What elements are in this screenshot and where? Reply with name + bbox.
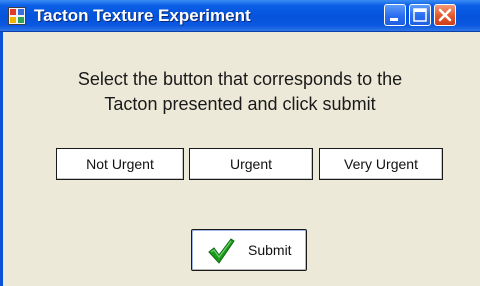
title-bar[interactable]: Tacton Texture Experiment [0, 0, 480, 32]
experiment-window: Tacton Texture Experiment Select the but… [0, 0, 480, 286]
close-button[interactable] [434, 4, 456, 26]
submit-button[interactable]: Submit [191, 229, 307, 271]
very-urgent-button[interactable]: Very Urgent [319, 148, 443, 180]
app-window-icon[interactable] [8, 7, 26, 25]
instruction-text: Select the button that corresponds to th… [10, 67, 470, 117]
window-frame-left [0, 32, 3, 286]
checkmark-icon [206, 236, 236, 266]
not-urgent-button[interactable]: Not Urgent [56, 148, 184, 180]
instruction-line-1: Select the button that corresponds to th… [77, 69, 403, 89]
close-icon [438, 8, 452, 22]
minimize-icon [390, 18, 398, 21]
urgent-button[interactable]: Urgent [189, 148, 313, 180]
submit-label: Submit [248, 242, 292, 258]
instruction-line-2: Tacton presented and click submit [104, 94, 376, 114]
window-title: Tacton Texture Experiment [34, 6, 251, 25]
maximize-icon [413, 8, 427, 22]
maximize-button[interactable] [409, 4, 431, 26]
minimize-button[interactable] [384, 4, 406, 26]
